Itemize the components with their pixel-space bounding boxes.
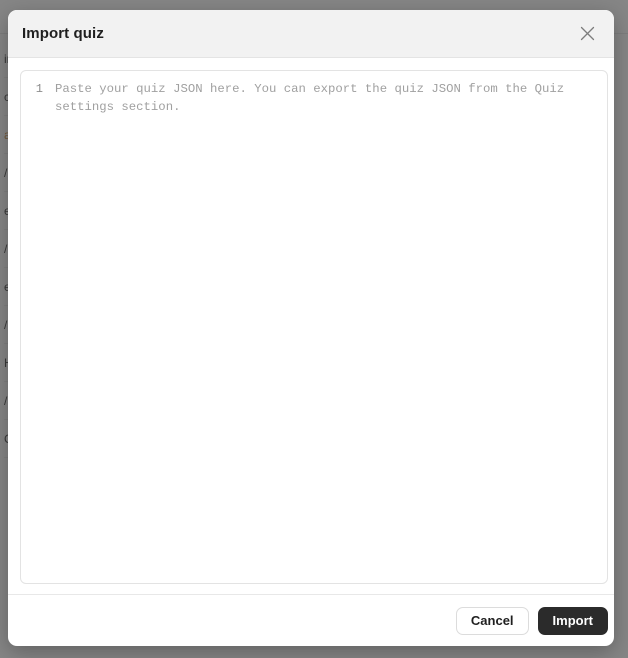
import-button[interactable]: Import bbox=[537, 606, 608, 635]
import-quiz-dialog: Import quiz 1 Paste your quiz JSON here.… bbox=[8, 10, 614, 646]
quiz-json-editor[interactable]: 1 Paste your quiz JSON here. You can exp… bbox=[20, 70, 608, 584]
dialog-body: 1 Paste your quiz JSON here. You can exp… bbox=[8, 58, 614, 594]
editor-line-number: 1 bbox=[35, 82, 43, 96]
quiz-json-input[interactable]: Paste your quiz JSON here. You can expor… bbox=[49, 71, 607, 583]
cancel-button[interactable]: Cancel bbox=[455, 606, 529, 635]
dialog-title: Import quiz bbox=[22, 25, 104, 42]
close-button[interactable] bbox=[574, 21, 600, 47]
close-icon bbox=[580, 26, 595, 41]
dialog-header: Import quiz bbox=[8, 10, 614, 58]
editor-gutter: 1 bbox=[21, 71, 49, 583]
dialog-footer: Cancel Import bbox=[8, 594, 614, 646]
